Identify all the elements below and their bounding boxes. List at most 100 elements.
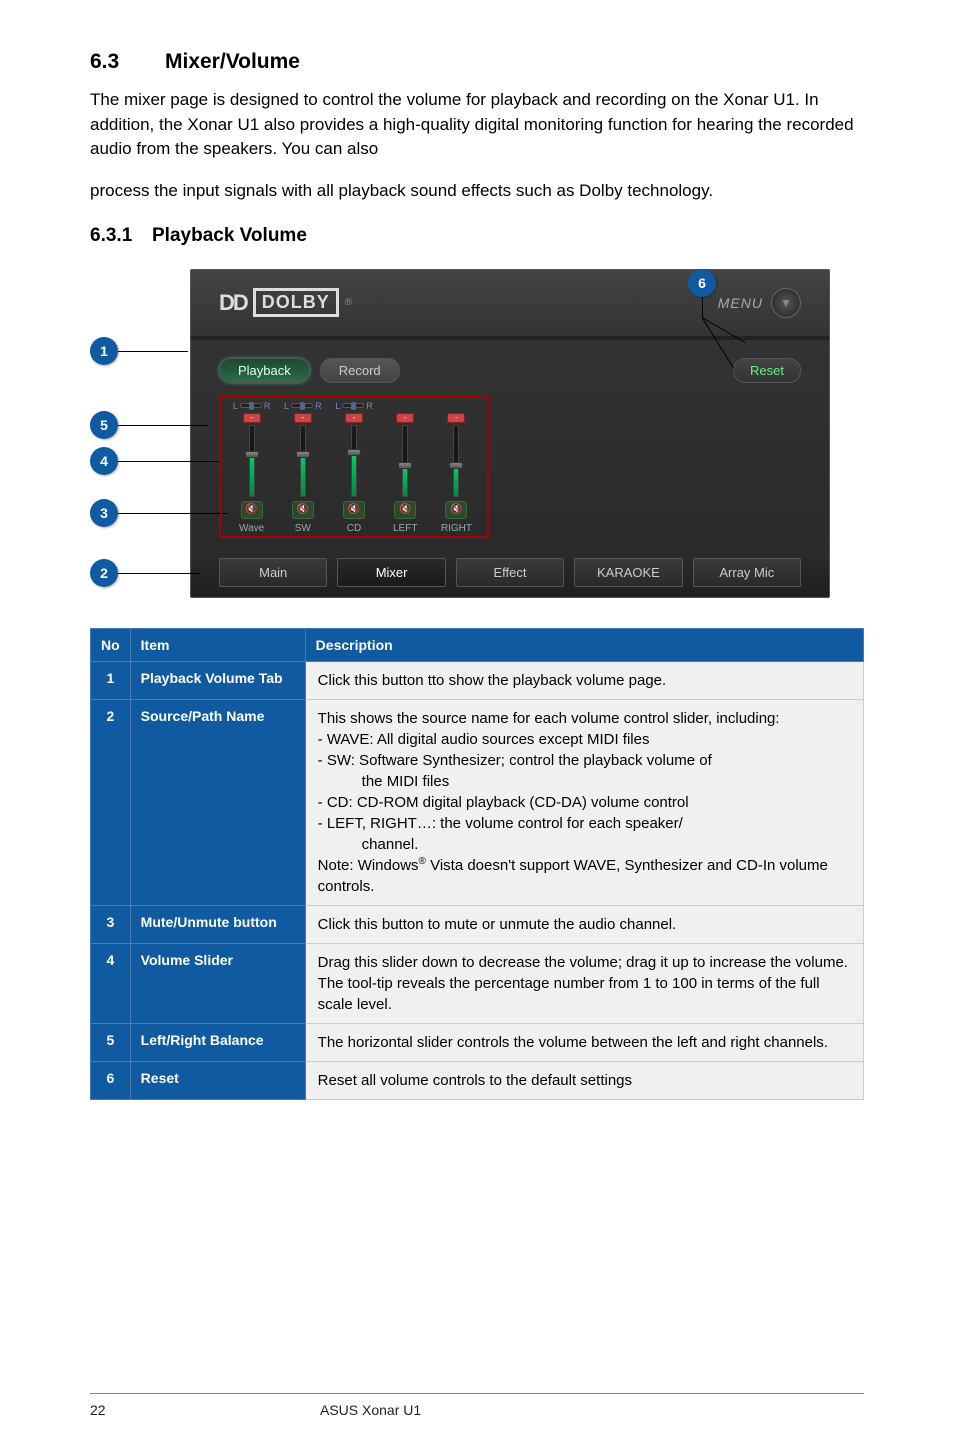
mute-button-left[interactable]: 🔇 bbox=[394, 501, 416, 519]
callout-2-line bbox=[118, 573, 200, 574]
r2-l2: - WAVE: All digital audio sources except… bbox=[318, 731, 650, 748]
r2-l4: - CD: CD-ROM digital playback (CD-DA) vo… bbox=[318, 794, 689, 811]
tab-record[interactable]: Record bbox=[320, 358, 400, 383]
balance-knob bbox=[351, 402, 356, 410]
cell-item: Playback Volume Tab bbox=[130, 661, 305, 699]
volume-slider-right[interactable] bbox=[453, 425, 459, 497]
balance-cd[interactable]: L R bbox=[335, 401, 373, 411]
balance-wave[interactable]: L R bbox=[233, 401, 271, 411]
table-row: 4 Volume Slider Drag this slider down to… bbox=[91, 943, 864, 1023]
volume-slider-sw[interactable] bbox=[300, 425, 306, 497]
balance-R: R bbox=[366, 401, 373, 411]
bottom-tab-mixer[interactable]: Mixer bbox=[337, 558, 445, 587]
mute-button-wave[interactable]: 🔇 bbox=[241, 501, 263, 519]
tab-group: Playback Record bbox=[219, 358, 400, 383]
cell-desc: Drag this slider down to decrease the vo… bbox=[305, 943, 863, 1023]
volume-slider-wave[interactable] bbox=[249, 425, 255, 497]
cell-item: Left/Right Balance bbox=[130, 1023, 305, 1061]
channel-label-right: RIGHT bbox=[441, 523, 472, 534]
subsection-number: 6.3.1 bbox=[90, 225, 152, 247]
table-row: 2 Source/Path Name This shows the source… bbox=[91, 699, 864, 905]
callout-3-line bbox=[118, 513, 228, 514]
panel-body: Playback Record Reset L R - bbox=[191, 340, 829, 548]
bottom-tab-karaoke[interactable]: KARAOKE bbox=[574, 558, 682, 587]
balance-sw[interactable]: L R bbox=[284, 401, 322, 411]
dolby-dd-glyph: DD bbox=[219, 290, 247, 316]
table-row: 3 Mute/Unmute button Click this button t… bbox=[91, 905, 864, 943]
bottom-tab-main[interactable]: Main bbox=[219, 558, 327, 587]
th-item: Item bbox=[130, 628, 305, 661]
cell-item: Source/Path Name bbox=[130, 699, 305, 905]
intro-paragraph-1: The mixer page is designed to control th… bbox=[90, 88, 864, 162]
reset-button[interactable]: Reset bbox=[733, 358, 801, 383]
r2-l1: This shows the source name for each volu… bbox=[318, 710, 780, 727]
volume-fill bbox=[454, 468, 458, 496]
callout-5-line bbox=[118, 425, 208, 426]
volume-fill bbox=[352, 455, 356, 496]
menu-wrap: MENU ▼ bbox=[718, 288, 801, 318]
mute-button-cd[interactable]: 🔇 bbox=[343, 501, 365, 519]
cell-no: 5 bbox=[91, 1023, 131, 1061]
r2-l3b: the MIDI files bbox=[318, 771, 851, 792]
cell-no: 4 bbox=[91, 943, 131, 1023]
speaker-mute-icon: 🔇 bbox=[399, 504, 411, 515]
balance-track bbox=[342, 403, 364, 408]
panel-bottom-tabs: Main Mixer Effect KARAOKE Array Mic bbox=[191, 548, 829, 597]
balance-knob bbox=[249, 402, 254, 410]
cell-item: Volume Slider bbox=[130, 943, 305, 1023]
panel-header: DD DOLBY ® MENU ▼ bbox=[191, 270, 829, 340]
balance-R: R bbox=[315, 401, 322, 411]
section-title: Mixer/Volume bbox=[165, 50, 300, 73]
r2-l5b: channel. bbox=[318, 834, 851, 855]
volume-cap: - bbox=[447, 413, 465, 423]
volume-slider-left[interactable] bbox=[402, 425, 408, 497]
intro-paragraph-2: process the input signals with all playb… bbox=[90, 176, 864, 207]
dolby-logo: DD DOLBY ® bbox=[219, 288, 352, 317]
volume-knob bbox=[398, 462, 412, 469]
callout-6-line-a bbox=[702, 297, 703, 317]
balance-L: L bbox=[233, 401, 238, 411]
balance-knob bbox=[300, 402, 305, 410]
cell-no: 1 bbox=[91, 661, 131, 699]
channel-label-cd: CD bbox=[347, 523, 361, 534]
channel-label-sw: SW bbox=[295, 523, 311, 534]
table-header-row: No Item Description bbox=[91, 628, 864, 661]
menu-label: MENU bbox=[718, 295, 763, 311]
mute-button-right[interactable]: 🔇 bbox=[445, 501, 467, 519]
volume-fill bbox=[403, 468, 407, 496]
volume-slider-cd[interactable] bbox=[351, 425, 357, 497]
volume-fill bbox=[250, 457, 254, 496]
callout-1-line bbox=[118, 351, 188, 352]
cell-desc: This shows the source name for each volu… bbox=[305, 699, 863, 905]
cell-desc: Click this button to mute or unmute the … bbox=[305, 905, 863, 943]
table-row: 6 Reset Reset all volume controls to the… bbox=[91, 1061, 864, 1099]
channel-left: LR - 🔇 LEFT bbox=[381, 401, 430, 534]
mute-button-sw[interactable]: 🔇 bbox=[292, 501, 314, 519]
tab-playback[interactable]: Playback bbox=[219, 358, 310, 383]
cell-desc: Click this button tto show the playback … bbox=[305, 661, 863, 699]
dolby-wordmark: DOLBY bbox=[253, 288, 339, 317]
channel-right: LR - 🔇 RIGHT bbox=[432, 401, 481, 534]
callout-3: 3 bbox=[90, 499, 118, 527]
cell-item: Mute/Unmute button bbox=[130, 905, 305, 943]
channel-cd: L R - 🔇 CD bbox=[329, 401, 378, 534]
balance-L: L bbox=[284, 401, 289, 411]
cell-desc: The horizontal slider controls the volum… bbox=[305, 1023, 863, 1061]
cell-no: 3 bbox=[91, 905, 131, 943]
callout-2: 2 bbox=[90, 559, 118, 587]
bottom-tab-arraymic[interactable]: Array Mic bbox=[693, 558, 801, 587]
bottom-tab-effect[interactable]: Effect bbox=[456, 558, 564, 587]
speaker-mute-icon: 🔇 bbox=[450, 504, 462, 515]
tabs-row: Playback Record Reset bbox=[219, 358, 801, 383]
balance-track bbox=[240, 403, 262, 408]
section-heading: 6.3Mixer/Volume bbox=[90, 50, 864, 74]
speaker-mute-icon: 🔇 bbox=[297, 504, 309, 515]
description-table: No Item Description 1 Playback Volume Ta… bbox=[90, 628, 864, 1100]
menu-button[interactable]: ▼ bbox=[771, 288, 801, 318]
screenshot-figure: 1 5 4 3 2 6 DD DOLBY ® MENU ▼ Playback bbox=[90, 269, 870, 598]
channel-sw: L R - 🔇 SW bbox=[278, 401, 327, 534]
volume-cap: - bbox=[396, 413, 414, 423]
mixer-channels: L R - 🔇 Wave L bbox=[219, 395, 489, 538]
balance-R: R bbox=[264, 401, 271, 411]
speaker-mute-icon: 🔇 bbox=[348, 504, 360, 515]
